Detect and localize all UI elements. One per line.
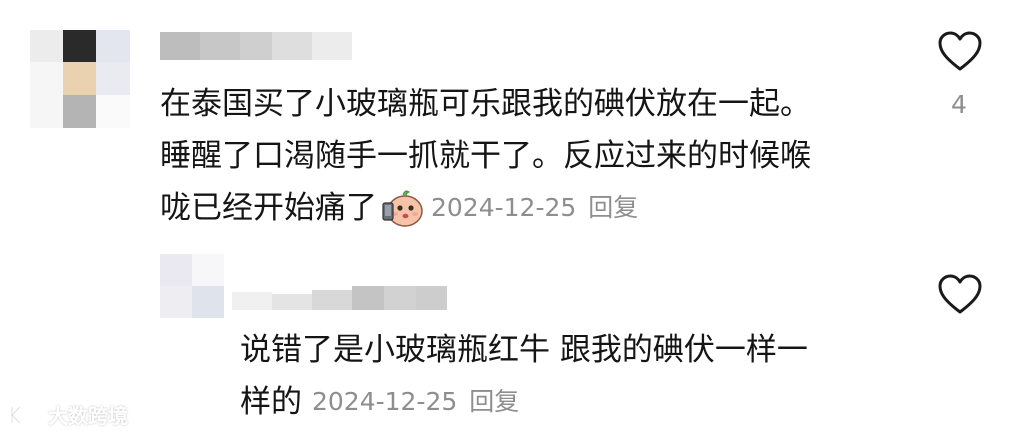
comment-body: 说错了是小玻璃瓶红牛 跟我的碘伏一样一 样的 2024-12-25 回复 [240,324,808,428]
avatar[interactable] [30,30,130,128]
watermark: 大数跨境 [8,400,128,429]
watermark-logo-icon [8,403,48,427]
heart-outline-icon[interactable] [938,274,982,316]
watermark-text: 大数跨境 [48,404,128,428]
reply-button[interactable]: 回复 [588,182,638,234]
comment-body: 在泰国买了小玻璃瓶可乐跟我的碘伏放在一起。 睡醒了口渴随手一抓就干了。反应过来的… [160,78,811,234]
comment-line: 睡醒了口渴随手一抓就干了。反应过来的时候喉 [160,138,811,174]
like-count: 4 [951,90,967,119]
username[interactable] [160,32,352,60]
sticker-icon [381,186,425,230]
username[interactable] [232,286,447,310]
reply-button[interactable]: 回复 [469,376,519,428]
heart-outline-icon[interactable] [938,31,982,73]
comment-line-text: 咙已经开始痛了 [160,190,377,226]
comment-date: 2024-12-25 [431,193,577,222]
comment-line-text: 样的 [240,384,302,420]
comment-line: 咙已经开始痛了 2024-12-25 回复 [160,182,811,234]
comment-line: 说错了是小玻璃瓶红牛 跟我的碘伏一样一 [240,332,808,368]
comment-date: 2024-12-25 [312,387,458,416]
comment-line: 在泰国买了小玻璃瓶可乐跟我的碘伏放在一起。 [160,86,811,122]
comment-line: 样的 2024-12-25 回复 [240,376,808,428]
avatar[interactable] [160,254,224,318]
